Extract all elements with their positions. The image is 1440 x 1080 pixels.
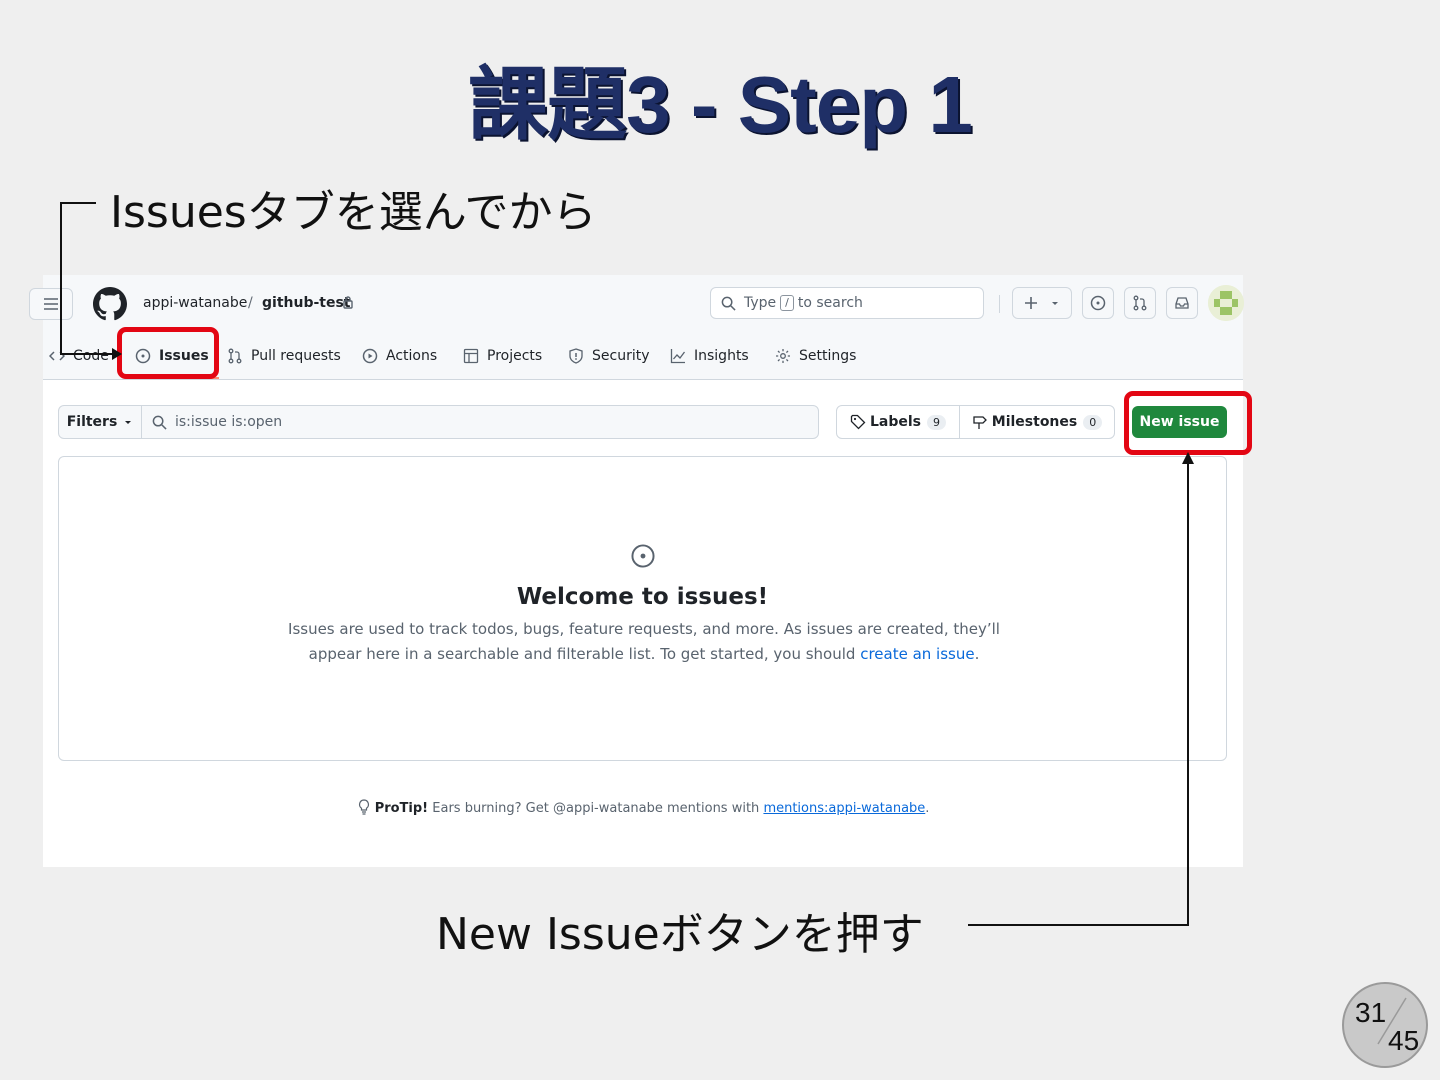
page-current: 31 xyxy=(1355,997,1387,1028)
instruction-bottom: New Issueボタンを押す xyxy=(436,909,924,960)
arrow-head-new-issue xyxy=(1182,452,1194,464)
arrow-to-new-issue xyxy=(968,462,1189,926)
arrow-head-issues xyxy=(112,348,122,360)
page-total: 45 xyxy=(1388,1025,1420,1056)
arrow-to-issues-tab xyxy=(60,202,112,355)
